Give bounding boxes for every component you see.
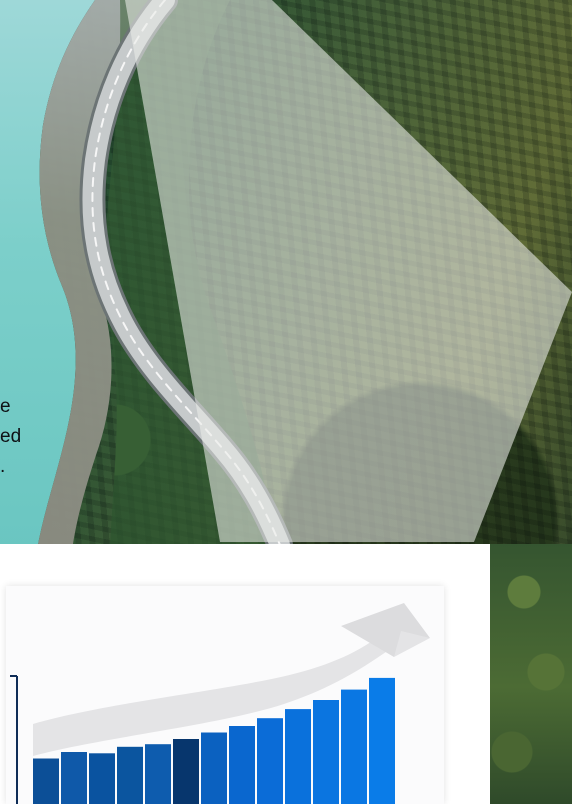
chart-caption [72,626,332,644]
right-forest-edge [490,544,572,804]
bar-9 [257,718,283,804]
bar-6 [173,739,199,804]
bar-11 [313,700,339,804]
bar-8 [229,726,255,804]
bar-10 [285,709,311,804]
bar-5 [145,744,171,804]
growth-chart-card [6,586,444,804]
clipped-side-text: e ed . [0,392,34,482]
growth-bar-chart [10,603,430,804]
side-text-line-2: ed [0,426,22,447]
bar-12 [341,689,367,804]
growth-arrow-head [341,603,430,657]
bar-1 [33,758,59,804]
bar-7 [201,732,227,804]
side-text-line-1: e [0,396,11,417]
side-text-line-3: . [0,456,6,477]
axis-bracket [10,675,18,804]
hero-scene: e ed . [0,0,572,804]
bar-3 [89,753,115,804]
bar-4 [117,746,143,804]
bar-13 [369,677,395,804]
bar-2 [61,752,87,804]
